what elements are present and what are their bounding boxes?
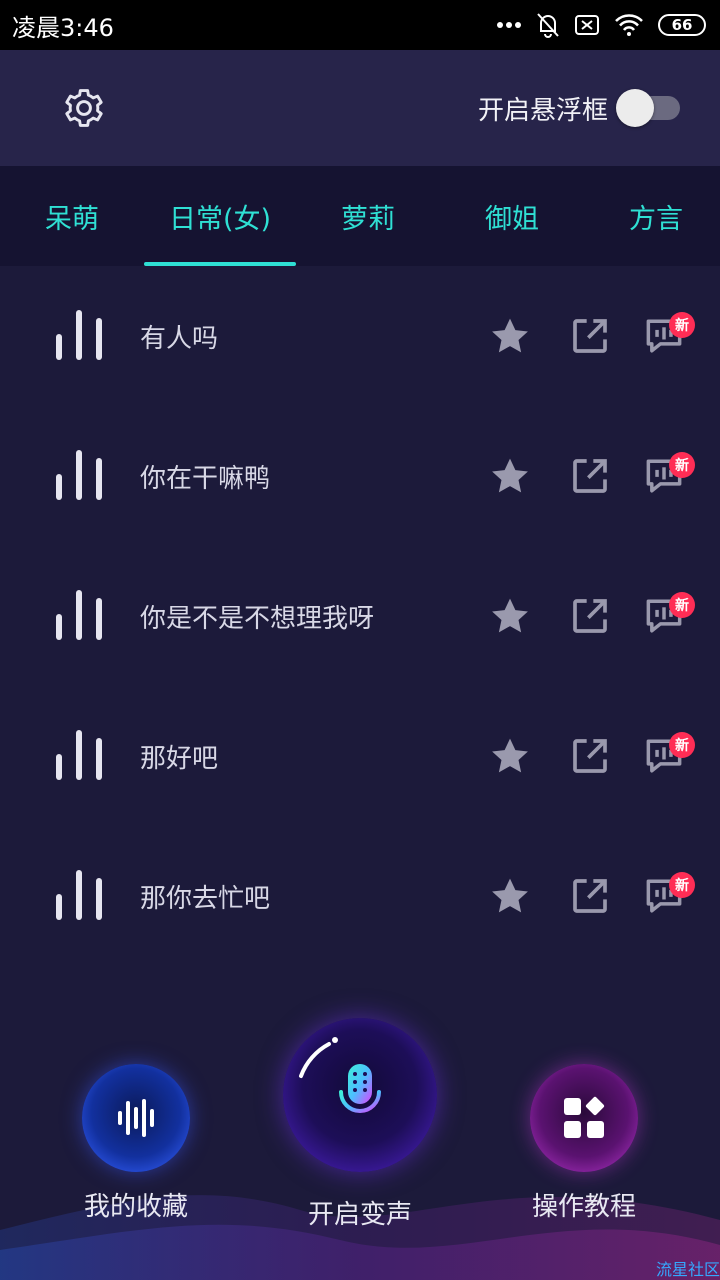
list-item[interactable]: 那好吧 新: [0, 686, 720, 826]
new-badge: 新: [669, 312, 695, 338]
new-badge: 新: [669, 872, 695, 898]
more-dots-icon: [497, 22, 521, 28]
soundwave-icon: [118, 1099, 154, 1137]
nav-favorites[interactable]: 我的收藏: [80, 1064, 192, 1223]
status-bar: 凌晨3:46 66: [0, 0, 720, 50]
share-icon[interactable]: [570, 596, 610, 636]
share-icon[interactable]: [570, 876, 610, 916]
float-window-toggle[interactable]: 开启悬浮框: [477, 89, 682, 127]
voice-text: 那好吧: [140, 743, 219, 774]
no-sim-icon: [575, 15, 599, 35]
new-badge: 新: [669, 452, 695, 478]
new-badge: 新: [669, 732, 695, 758]
apps-grid-icon: [564, 1096, 605, 1138]
soundbars-icon: [56, 590, 102, 640]
progress-arc: [299, 1037, 338, 1078]
float-window-switch[interactable]: [616, 89, 682, 127]
star-icon[interactable]: [489, 456, 531, 496]
share-icon[interactable]: [570, 736, 610, 776]
wifi-icon: [615, 14, 643, 36]
switch-knob: [616, 89, 654, 127]
start-voice-label: 开启变声: [307, 1200, 412, 1230]
star-icon[interactable]: [489, 316, 531, 356]
soundbars-icon: [56, 870, 102, 920]
tab-dialect[interactable]: 方言: [584, 166, 720, 266]
category-tabs: 呆萌 日常(女) 萝莉 御姐 方言: [0, 166, 720, 266]
star-icon[interactable]: [489, 736, 531, 776]
voice-text: 你在干嘛鸭: [140, 463, 271, 494]
list-item[interactable]: 你是不是不想理我呀 新: [0, 546, 720, 686]
soundbars-icon: [56, 730, 102, 780]
new-badge: 新: [669, 592, 695, 618]
tab-daily-female[interactable]: 日常(女): [144, 166, 296, 266]
star-icon[interactable]: [489, 596, 531, 636]
voice-text: 那你去忙吧: [140, 883, 271, 914]
tab-loli[interactable]: 萝莉: [296, 166, 440, 266]
watermark: 流星社区: [655, 1260, 720, 1279]
soundbars-icon: [56, 310, 102, 360]
start-voice-button[interactable]: [283, 1018, 437, 1172]
soundbars-icon: [56, 450, 102, 500]
nav-tutorial[interactable]: 操作教程: [529, 1064, 639, 1223]
status-icons: 66: [496, 12, 706, 38]
status-time: 凌晨3:46: [12, 13, 114, 42]
battery-icon: 66: [658, 14, 706, 36]
voice-text: 有人吗: [140, 323, 219, 354]
list-item[interactable]: 有人吗 新: [0, 266, 720, 406]
header: 开启悬浮框: [0, 50, 720, 166]
nav-start-voice[interactable]: 开启变声: [283, 1018, 437, 1231]
mute-bell-icon: [537, 13, 559, 38]
share-icon[interactable]: [570, 456, 610, 496]
favorites-label: 我的收藏: [83, 1192, 188, 1222]
tab-cute[interactable]: 呆萌: [0, 166, 144, 266]
tab-mature[interactable]: 御姐: [440, 166, 584, 266]
tutorial-label: 操作教程: [531, 1192, 636, 1222]
voice-text: 你是不是不想理我呀: [140, 603, 375, 634]
list-item[interactable]: 那你去忙吧 新: [0, 826, 720, 966]
star-icon[interactable]: [489, 876, 531, 916]
list-item[interactable]: 你在干嘛鸭 新: [0, 406, 720, 546]
voice-list: 有人吗 新 你在干嘛鸭 新 你是不是不想理我呀 新 那好吧 新 那你去忙吧 新: [0, 266, 720, 966]
share-icon[interactable]: [570, 316, 610, 356]
tutorial-button[interactable]: [530, 1064, 638, 1172]
gear-icon[interactable]: [62, 86, 106, 130]
favorites-button[interactable]: [82, 1064, 190, 1172]
float-window-label: 开启悬浮框: [477, 95, 608, 126]
